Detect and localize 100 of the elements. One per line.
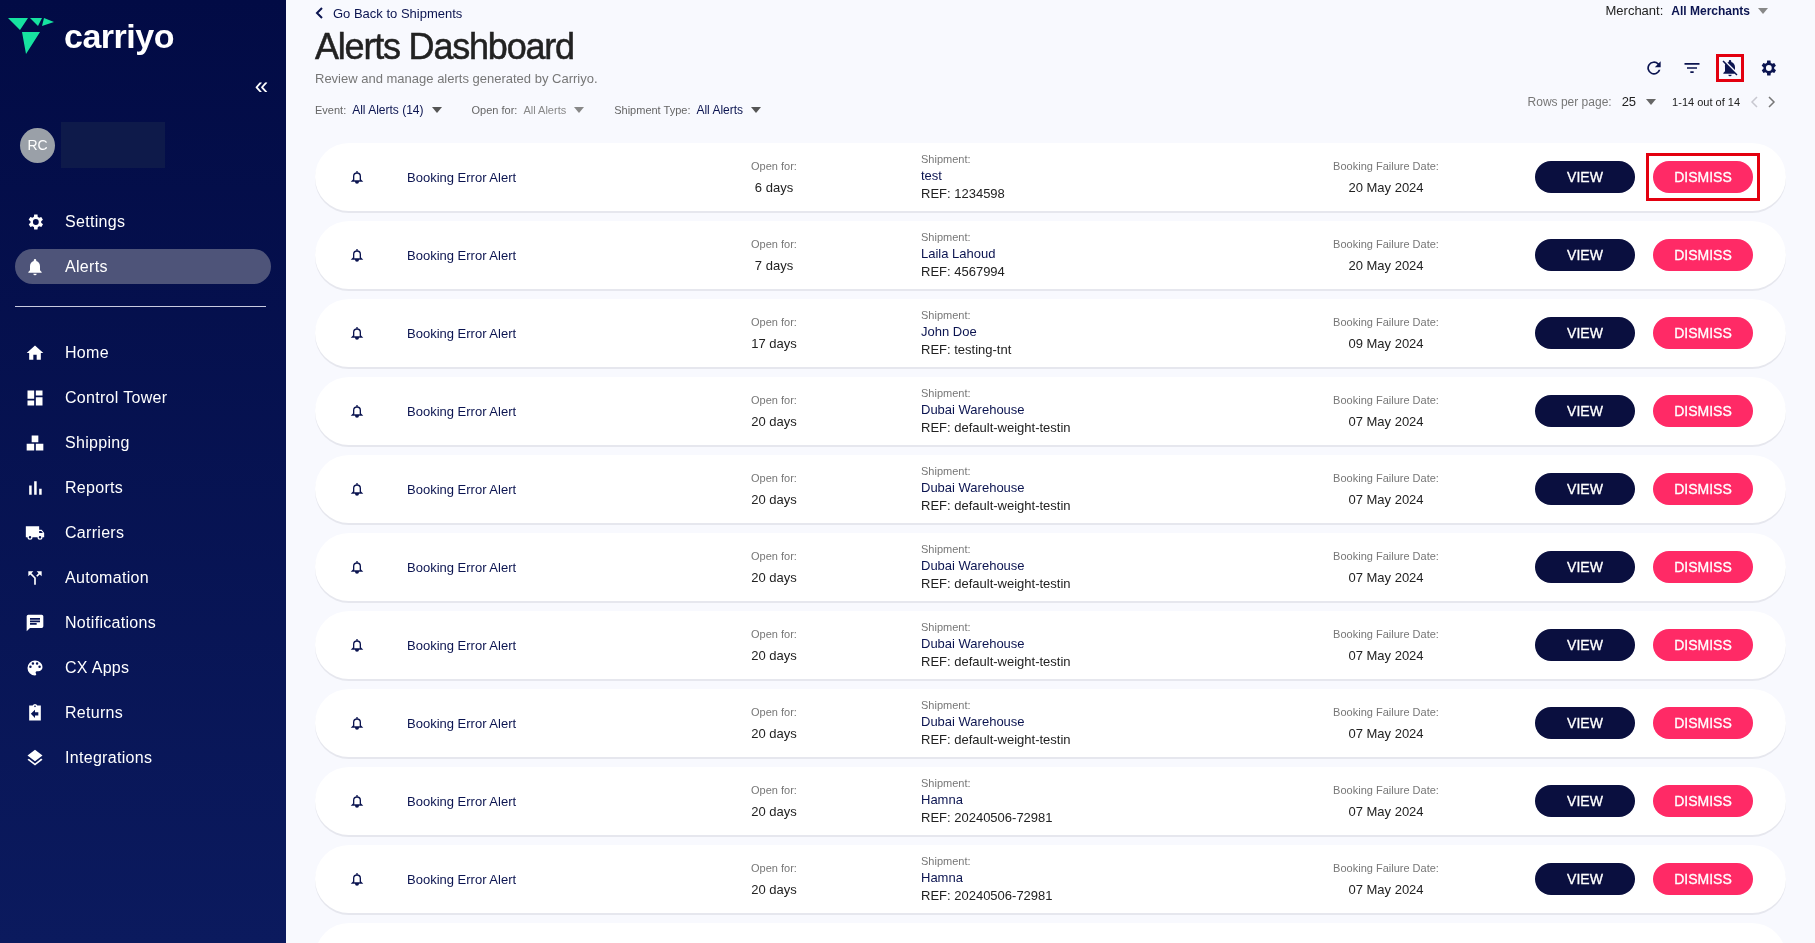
open-duration: 20 days	[751, 881, 797, 897]
field-label: Open for:	[751, 627, 797, 640]
rows-per-page-dropdown[interactable]: 25	[1621, 94, 1657, 109]
merchant-dropdown[interactable]: All Merchants	[1671, 3, 1768, 18]
field-label: Open for:	[751, 471, 797, 484]
field-label: Shipment:	[921, 855, 972, 867]
view-button[interactable]: VIEW	[1535, 707, 1635, 739]
field-label: Open for:	[751, 159, 797, 172]
collapse-button[interactable]: «	[254, 76, 268, 96]
failure-date: 07 May 2024	[1348, 569, 1424, 585]
field-label: Open for:	[751, 315, 797, 328]
failure-date: 20 May 2024	[1348, 179, 1424, 195]
view-button[interactable]: VIEW	[1535, 239, 1635, 271]
shipment-name: Dubai Warehouse	[921, 636, 1026, 651]
sidebar-item[interactable]: Alerts	[15, 249, 271, 284]
open-duration: 20 days	[751, 569, 797, 585]
alert-title: Booking Error Alert	[407, 247, 518, 263]
dismiss-button[interactable]: DISMISS	[1653, 629, 1753, 661]
view-button[interactable]: VIEW	[1535, 863, 1635, 895]
open-duration: 20 days	[751, 413, 797, 429]
dismiss-button[interactable]: DISMISS	[1653, 863, 1753, 895]
open-duration: 20 days	[751, 491, 797, 507]
dismiss-button[interactable]: DISMISS	[1653, 551, 1753, 583]
dismiss-button[interactable]: DISMISS	[1653, 317, 1753, 349]
filter-dropdown[interactable]: All Alerts (14)	[352, 103, 442, 117]
dismiss-button[interactable]: DISMISS	[1653, 785, 1753, 817]
field-label: Shipment:	[921, 777, 972, 789]
bell-icon	[349, 871, 365, 887]
sidebar-item[interactable]: Reports	[15, 470, 271, 505]
failure-date: 07 May 2024	[1348, 881, 1424, 897]
sidebar-item[interactable]: CX Apps	[15, 650, 271, 685]
field-label: Booking Failure Date:	[1333, 705, 1439, 718]
field-label: Open for:	[751, 783, 797, 796]
bell-icon	[349, 481, 365, 497]
field-label: Booking Failure Date:	[1333, 159, 1439, 172]
field-label: Booking Failure Date:	[1333, 471, 1439, 484]
open-duration: 6 days	[754, 179, 794, 195]
sidebar-item[interactable]: Returns	[15, 695, 271, 730]
sidebar-item[interactable]: Home	[15, 335, 271, 370]
shipment-name: Dubai Warehouse	[921, 714, 1026, 729]
back-link[interactable]: Go Back to Shipments	[315, 5, 463, 21]
dismiss-button[interactable]: DISMISS	[1653, 395, 1753, 427]
sidebar-item[interactable]: Integrations	[15, 740, 271, 775]
failure-date: 07 May 2024	[1348, 647, 1424, 663]
view-button[interactable]: VIEW	[1535, 473, 1635, 505]
filter-dropdown[interactable]: All Alerts	[523, 104, 585, 116]
chat-icon	[25, 612, 45, 633]
shipment-name: John Doe	[921, 324, 978, 339]
failure-date: 20 May 2024	[1348, 257, 1424, 273]
sidebar-item[interactable]: Carriers	[15, 515, 271, 550]
view-button[interactable]: VIEW	[1535, 317, 1635, 349]
field-label: Shipment:	[921, 543, 972, 555]
sidebar-item[interactable]: Automation	[15, 560, 271, 595]
bell-icon	[349, 403, 365, 419]
view-button[interactable]: VIEW	[1535, 161, 1635, 193]
filter-dropdown[interactable]: All Alerts	[696, 103, 762, 117]
field-label: Open for:	[751, 549, 797, 562]
bell-icon	[349, 169, 365, 185]
alert-title: Booking Error Alert	[407, 559, 518, 575]
sidebar-item[interactable]: Shipping	[15, 425, 271, 460]
shipment-reference: REF: default-weight-testin	[921, 654, 1072, 669]
field-label: Shipment:	[921, 699, 972, 711]
toolbar-button[interactable]	[1716, 54, 1744, 82]
next-page-icon[interactable]	[1768, 95, 1776, 108]
shipment-reference: REF: testing-tnt	[921, 342, 1013, 357]
shipment-reference: REF: 1234598	[921, 186, 1006, 201]
view-button[interactable]: VIEW	[1535, 785, 1635, 817]
dropdown-caret-icon	[1646, 98, 1657, 105]
user-avatar: RC	[20, 127, 55, 163]
failure-date: 07 May 2024	[1348, 803, 1424, 819]
shipment-reference: REF: default-weight-testin	[921, 498, 1072, 513]
sidebar-item[interactable]: Control Tower	[15, 380, 271, 415]
refresh-icon	[1644, 58, 1664, 78]
sidebar-item[interactable]: Settings	[15, 204, 271, 239]
field-label: Booking Failure Date:	[1333, 315, 1439, 328]
field-label: Shipment:	[921, 387, 972, 399]
failure-date: 07 May 2024	[1348, 491, 1424, 507]
open-duration: 7 days	[754, 257, 794, 273]
dismiss-button[interactable]: DISMISS	[1653, 473, 1753, 505]
alert-title: Booking Error Alert	[407, 637, 518, 653]
view-button[interactable]: VIEW	[1535, 551, 1635, 583]
open-duration: 20 days	[751, 647, 797, 663]
page-title: Alerts Dashboard	[315, 27, 574, 67]
chevron-left-icon	[315, 7, 323, 19]
bell-icon	[349, 247, 365, 263]
shipment-reference: REF: 20240506-72981	[921, 888, 1054, 903]
filter-label: Open for:	[471, 104, 518, 116]
dismiss-button[interactable]: DISMISS	[1653, 707, 1753, 739]
view-button[interactable]: VIEW	[1535, 395, 1635, 427]
alert-title: Booking Error Alert	[407, 715, 518, 731]
field-label: Open for:	[751, 705, 797, 718]
filter-label: Event:	[315, 104, 347, 116]
dismiss-button[interactable]: DISMISS	[1653, 161, 1753, 193]
alert-title: Booking Error Alert	[407, 793, 518, 809]
alert-title: Booking Error Alert	[407, 169, 518, 185]
dismiss-button[interactable]: DISMISS	[1653, 239, 1753, 271]
sidebar-item[interactable]: Notifications	[15, 605, 271, 640]
field-label: Shipment:	[921, 465, 972, 477]
bell-icon	[349, 559, 365, 575]
view-button[interactable]: VIEW	[1535, 629, 1635, 661]
